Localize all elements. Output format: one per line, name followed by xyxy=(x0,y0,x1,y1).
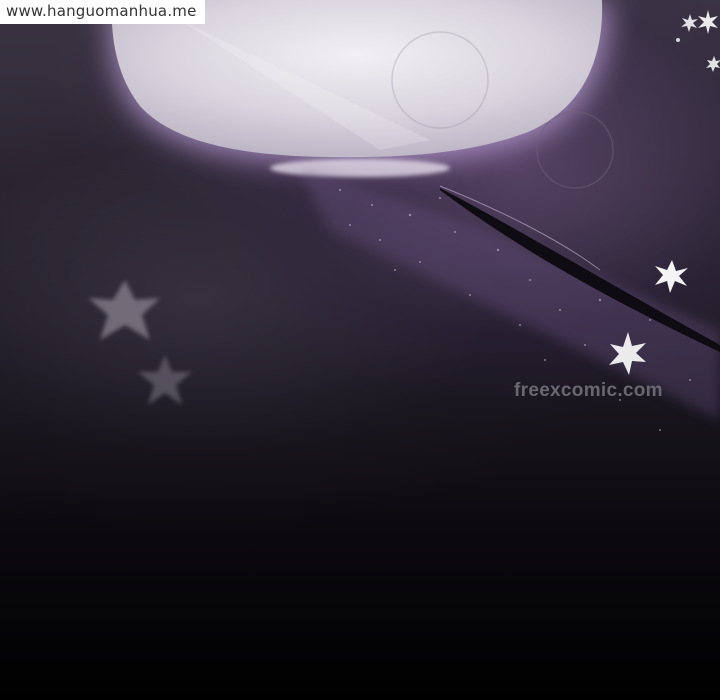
blurred-star-left-lower xyxy=(138,355,192,405)
comic-panel: www.hanguomanhua.me freexcomic.com xyxy=(0,0,720,700)
site-watermark: freexcomic.com xyxy=(514,380,663,401)
top-left-watermark: www.hanguomanhua.me xyxy=(0,0,205,24)
bubble-tail-glitter xyxy=(270,159,450,177)
star-burst-icon xyxy=(676,38,680,42)
star-burst-icon xyxy=(706,56,720,72)
star-burst-icon xyxy=(681,14,698,32)
star-burst-icon xyxy=(655,260,688,293)
star-burst-icon xyxy=(698,10,718,34)
blurred-star-left xyxy=(88,280,160,340)
panel-artwork xyxy=(30,0,720,431)
